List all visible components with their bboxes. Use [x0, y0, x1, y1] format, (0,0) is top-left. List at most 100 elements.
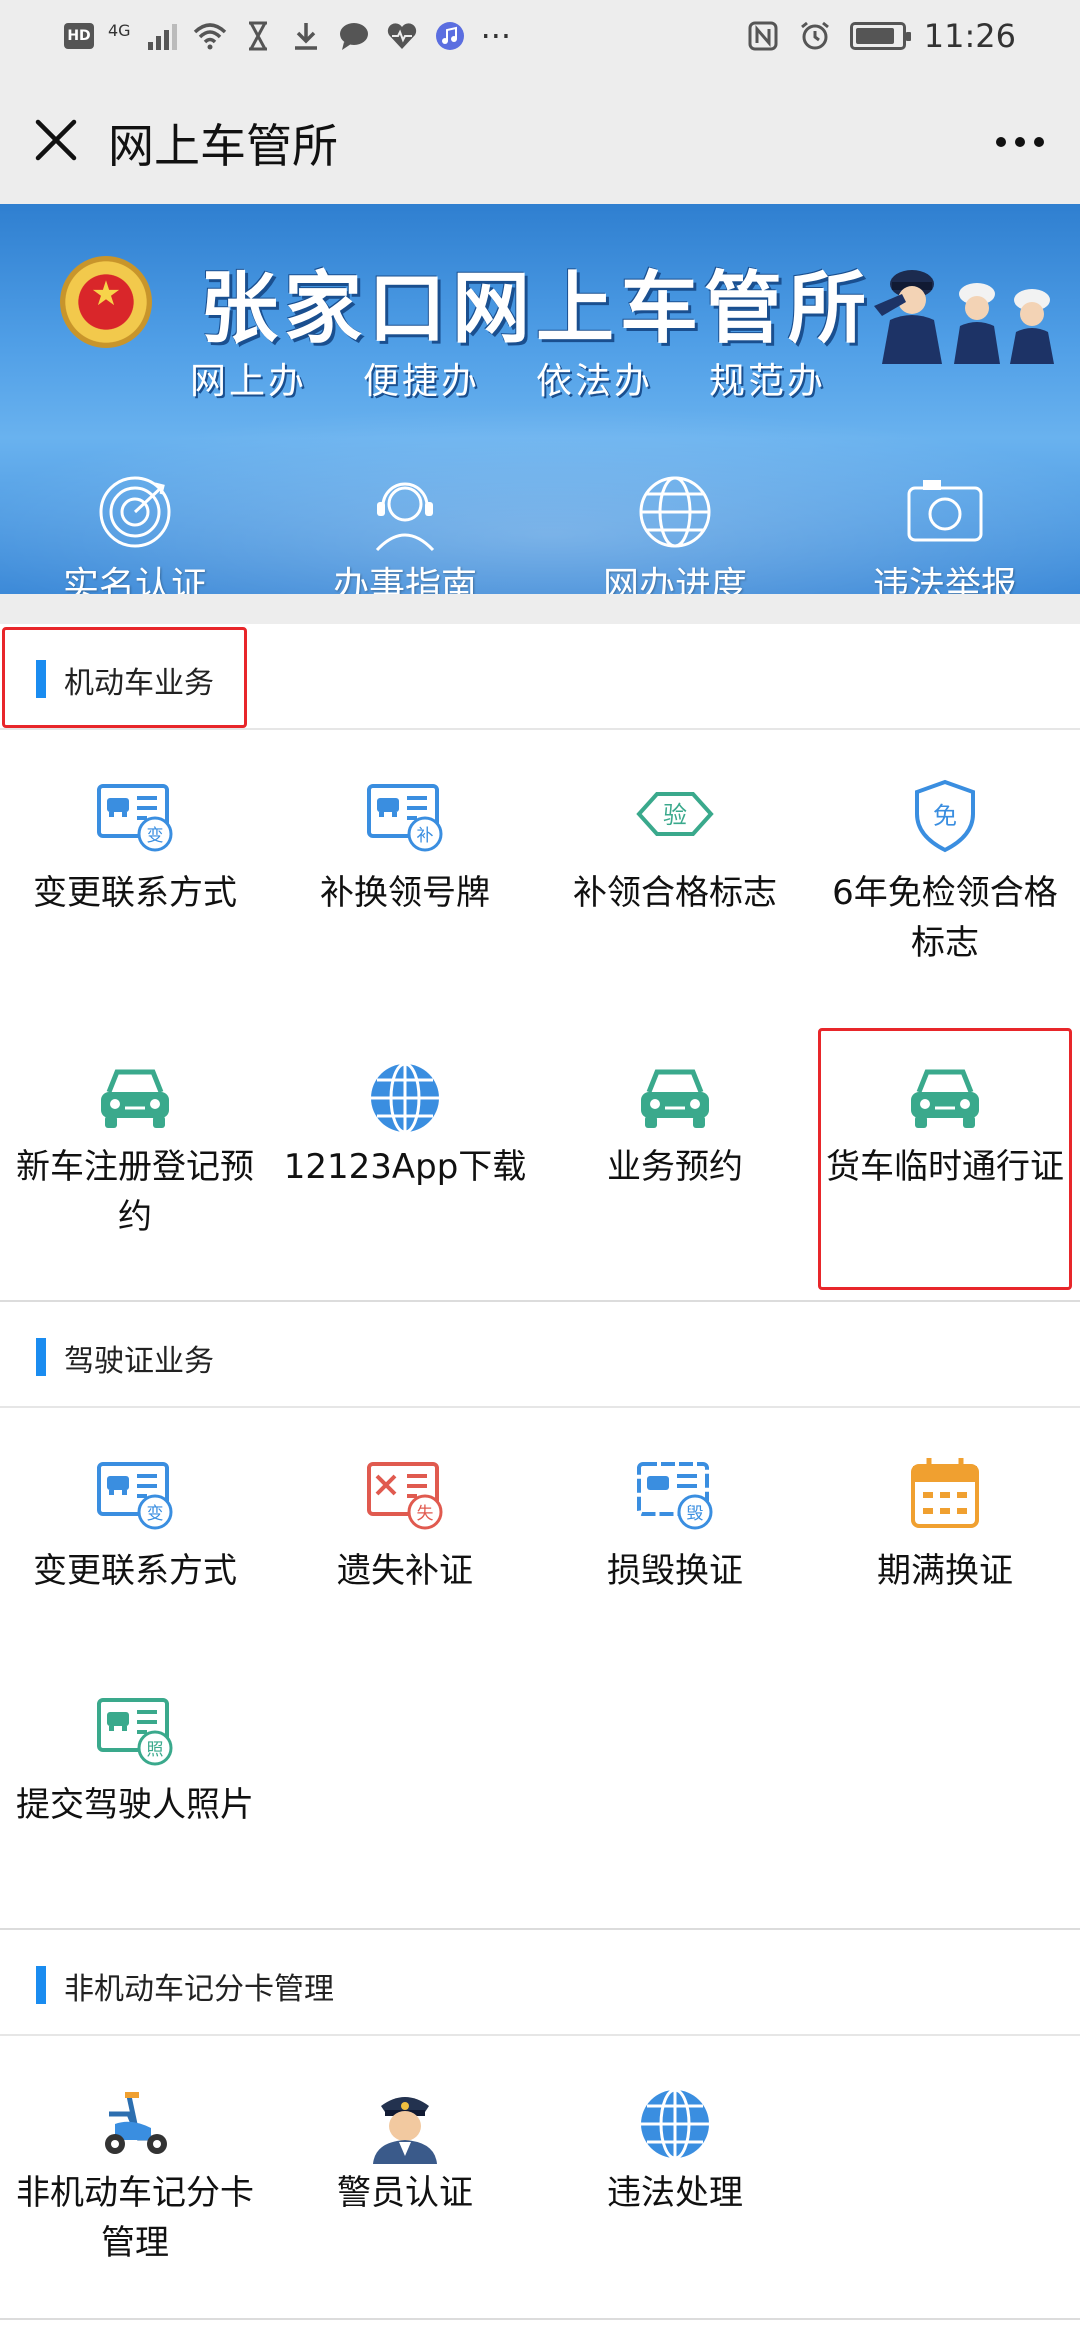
wifi-icon — [193, 19, 227, 53]
service-item[interactable]: 变 变更联系方式 — [0, 1410, 270, 1650]
service-label: 新车注册登记预约 — [16, 1147, 254, 1237]
status-right: 11:26 — [746, 17, 1016, 55]
chat-bubble-icon — [337, 19, 371, 53]
service-label: 警员认证 — [337, 2173, 473, 2213]
service-item[interactable]: 照 提交驾驶人照片 — [0, 1660, 270, 1930]
quick-link-realname[interactable]: 实名认证 — [0, 472, 270, 594]
section-title: 非机动车记分卡管理 — [64, 1972, 334, 2007]
service-label: 业务预约 — [607, 1147, 743, 1187]
license-card-reissue-icon: 补 — [367, 784, 443, 852]
slogan: 依法办 — [536, 361, 654, 402]
license-card-change-icon: 变 — [97, 1462, 173, 1530]
license-card-damaged-icon: 毁 — [637, 1462, 713, 1530]
alarm-icon — [798, 19, 832, 53]
service-label: 遗失补证 — [337, 1551, 473, 1591]
police-emblem-icon — [60, 256, 152, 348]
network-type: 4G — [108, 20, 131, 40]
highlight-box — [818, 1028, 1072, 1290]
more-dot-icon — [1015, 137, 1025, 147]
service-label: 提交驾驶人照片 — [16, 1785, 254, 1825]
globe-icon — [371, 1062, 439, 1134]
quick-link-guide[interactable]: 办事指南 — [270, 472, 540, 594]
service-item[interactable]: 验 补领合格标志 — [540, 732, 810, 1012]
quick-link-report[interactable]: 违法举报 — [810, 472, 1080, 594]
service-item[interactable]: 期满换证 — [810, 1410, 1080, 1650]
icon-badge-text: 验 — [663, 801, 687, 829]
service-label: 变更联系方式 — [33, 873, 237, 913]
service-label: 变更联系方式 — [33, 1551, 237, 1591]
non-motor-grid: 非机动车记分卡管理 警员认证 违法处理 — [0, 2038, 1080, 2318]
camera-icon — [907, 480, 983, 542]
shield-exempt-icon: 免 — [915, 779, 975, 853]
service-item[interactable]: 补 补换领号牌 — [270, 732, 540, 1012]
more-dot-icon — [996, 137, 1006, 147]
license-card-lost-icon: 失 — [367, 1462, 443, 1530]
quick-link-label: 违法举报 — [872, 565, 1017, 594]
globe-icon — [639, 476, 711, 548]
driver-license-grid: 变 变更联系方式 失 遗失补证 毁 损毁换证 期满换证 照 提交驾驶人照片 — [0, 1410, 1080, 1930]
service-item[interactable]: 非机动车记分卡管理 — [0, 2038, 270, 2318]
section-divider — [0, 2318, 1080, 2320]
quick-link-label: 实名认证 — [62, 565, 207, 594]
police-officers-illustration — [874, 270, 1054, 364]
download-icon — [289, 19, 323, 53]
page-title: 网上车管所 — [108, 119, 338, 173]
nfc-icon — [746, 19, 780, 53]
service-item[interactable]: 变 变更联系方式 — [0, 732, 270, 1012]
highlight-box — [2, 627, 247, 728]
service-item[interactable]: 失 遗失补证 — [270, 1410, 540, 1650]
icon-badge-text: 免 — [933, 802, 957, 830]
icon-badge-text: 失 — [417, 1504, 434, 1524]
health-heart-icon — [385, 19, 419, 53]
more-dot-icon — [1034, 137, 1044, 147]
more-button[interactable] — [988, 114, 1052, 170]
hero-banner: 张家口网上车管所 网上办 便捷办 依法办 规范办 实名认证 — [0, 204, 1080, 594]
police-officer-icon — [373, 2097, 437, 2164]
section-title: 驾驶证业务 — [64, 1344, 214, 1379]
hourglass-icon — [241, 19, 275, 53]
hd-badge: HD — [64, 23, 94, 49]
more-notifications-icon: ··· — [480, 17, 512, 55]
service-item[interactable]: 免 6年免检领合格标志 — [810, 732, 1080, 1012]
service-label: 12123App下载 — [283, 1147, 527, 1187]
inspection-badge-icon: 验 — [636, 792, 714, 836]
quick-link-progress[interactable]: 网办进度 — [540, 472, 810, 594]
service-item[interactable]: 毁 损毁换证 — [540, 1410, 810, 1650]
banner-title: 张家口网上车管所 — [200, 264, 873, 354]
car-icon — [101, 1069, 169, 1128]
service-item[interactable]: 新车注册登记预约 — [0, 1022, 270, 1302]
license-card-change-icon: 变 — [97, 784, 173, 852]
status-left: HD 4G ··· — [64, 17, 512, 55]
banner-slogans: 网上办 便捷办 依法办 规范办 — [190, 352, 826, 404]
music-icon — [433, 19, 467, 53]
license-card-photo-icon: 照 — [97, 1698, 173, 1766]
service-item[interactable]: 12123App下载 — [270, 1022, 540, 1302]
service-label: 损毁换证 — [607, 1551, 743, 1591]
icon-badge-text: 变 — [147, 826, 164, 846]
target-icon — [99, 476, 171, 548]
quick-link-label: 办事指南 — [332, 565, 477, 594]
close-button[interactable] — [28, 112, 84, 168]
car-icon — [641, 1069, 709, 1128]
icon-badge-text: 照 — [147, 1740, 164, 1760]
quick-link-label: 网办进度 — [602, 565, 747, 594]
service-item[interactable]: 违法处理 — [540, 2038, 810, 2318]
slogan: 便捷办 — [363, 361, 481, 402]
service-item[interactable]: 业务预约 — [540, 1022, 810, 1302]
service-label: 违法处理 — [607, 2173, 743, 2213]
service-label: 补换领号牌 — [320, 873, 490, 913]
section-gap — [0, 594, 1080, 624]
service-label: 非机动车记分卡管理 — [16, 2173, 254, 2263]
service-label: 补领合格标志 — [573, 873, 777, 913]
section-bar — [36, 1966, 46, 2004]
icon-badge-text: 毁 — [687, 1504, 704, 1524]
calendar-icon — [911, 1458, 979, 1528]
icon-badge-text: 补 — [417, 826, 434, 846]
signal-icon — [145, 19, 179, 53]
icon-badge-text: 变 — [147, 1504, 164, 1524]
section-header-driver-license: 驾驶证业务 — [0, 1302, 1080, 1408]
service-item[interactable]: 警员认证 — [270, 2038, 540, 2318]
section-bar — [36, 1338, 46, 1376]
section-header-non-motor: 非机动车记分卡管理 — [0, 1930, 1080, 2036]
battery-icon — [849, 22, 911, 50]
